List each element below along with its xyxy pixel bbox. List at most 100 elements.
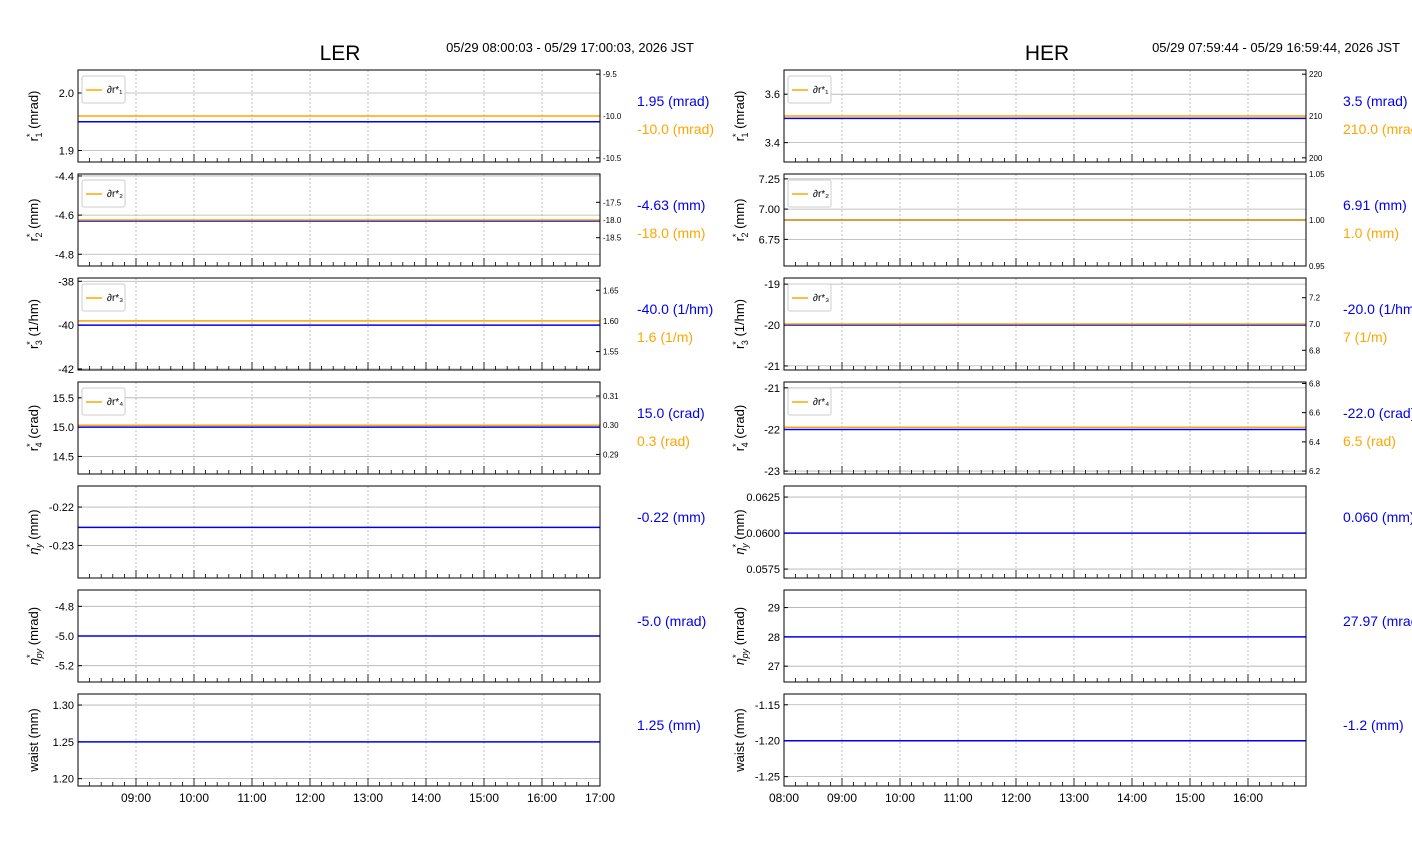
y-tick-label: -42 (58, 364, 74, 376)
value-readout: 1.95 (mrad) (637, 93, 709, 109)
y2-tick-label: 6.2 (1309, 467, 1321, 476)
y2-tick-label: 1.65 (603, 286, 619, 295)
ler-time-range: 05/29 08:00:03 - 05/29 17:00:03, 2026 JS… (446, 40, 694, 55)
y2-tick-label: -18.5 (603, 234, 622, 243)
y2-tick-label: 1.55 (603, 348, 619, 357)
y2-tick-label: 0.29 (603, 450, 619, 459)
x-tick-label: 17:00 (585, 791, 615, 805)
y-tick-label: 7.25 (759, 174, 780, 186)
y-tick-label: 1.9 (59, 146, 74, 158)
y-tick-label: -0.23 (49, 540, 74, 552)
y-tick-label: -38 (58, 276, 74, 288)
y-tick-label: 1.25 (53, 737, 74, 749)
y2-tick-label: 1.60 (603, 317, 619, 326)
y-tick-label: -22 (764, 424, 780, 436)
y-tick-label: 0.0600 (746, 528, 780, 540)
y-axis-label: η*py (mrad) (25, 607, 44, 665)
y-axis-label: r*2 (mm) (25, 199, 44, 242)
y-axis-label: r*1 (mrad) (731, 91, 750, 142)
y-tick-label: -40 (58, 320, 74, 332)
value-readout: -22.0 (crad) (1343, 405, 1412, 421)
y2-tick-label: 200 (1309, 154, 1323, 163)
her-panel-4: -21 -22 -23 6.8 6.6 6.4 6.2 ∂r*₄ r*4 (crad) -22.0… (731, 379, 1412, 478)
x-tick-label: 15:00 (1175, 791, 1205, 805)
x-tick-label: 09:00 (827, 791, 857, 805)
y-tick-label: -5.0 (55, 631, 74, 643)
y-tick-label: 28 (768, 632, 780, 644)
y-axis-label: r*2 (mm) (731, 199, 750, 242)
legend-label: ∂r*₃ (107, 293, 123, 304)
ler-panel-1: 2.0 1.9 -9.5 -10.0 -10.5 ∂r*₁ r*1 (mrad) 1.95 (… (25, 69, 714, 163)
y-tick-label: -5.2 (55, 661, 74, 673)
value-readout: -5.0 (mrad) (637, 613, 706, 629)
value-readout-secondary: 1.6 (1/m) (637, 329, 693, 345)
y-tick-label: -0.22 (49, 502, 74, 514)
ler-panel-5: -0.22 -0.23 η*y (mm) -0.22 (mm) (25, 485, 705, 579)
legend-label: ∂r*₂ (107, 189, 123, 200)
ler-panel-3: -38 -40 -42 1.65 1.60 1.55 ∂r*₃ r*3 (1/hm) -40.0… (25, 276, 713, 376)
value-readout: -40.0 (1/hm) (637, 301, 713, 317)
x-tick-label: 16:00 (527, 791, 557, 805)
y2-tick-label: 0.30 (603, 421, 619, 430)
panel-frame (77, 277, 601, 371)
her-panel-3: -19 -20 -21 7.2 7.0 6.8 ∂r*₃ r*3 (1/hm) -20.0 (1… (731, 277, 1412, 373)
x-tick-label: 15:00 (469, 791, 499, 805)
y-tick-label: 15.5 (53, 393, 74, 405)
panel-frame (77, 485, 601, 579)
y2-tick-label: 1.00 (1309, 216, 1325, 225)
figure: LER 05/29 08:00:03 - 05/29 17:00:03, 202… (25, 40, 1412, 805)
value-readout: 27.97 (mrad) (1343, 613, 1412, 629)
y-tick-label: 7.00 (759, 204, 780, 216)
her-panel-7: -1.15 -1.20 -1.25 waist (mm) -1.2 (mm) 08:00 0… (732, 693, 1404, 805)
legend-label: ∂r*₁ (813, 85, 829, 96)
x-tick-label: 12:00 (1001, 791, 1031, 805)
y2-tick-label: -10.0 (603, 112, 622, 121)
y-axis-label: r*3 (1/hm) (731, 299, 750, 349)
value-readout-secondary: 210.0 (mrad) (1343, 121, 1412, 137)
y-tick-label: -4.8 (55, 601, 74, 613)
y-tick-label: 14.5 (53, 451, 74, 463)
value-readout-secondary: -18.0 (mm) (637, 225, 705, 241)
y-tick-label: 2.0 (59, 88, 74, 100)
y-tick-label: -1.25 (755, 772, 780, 784)
y-tick-label: -19 (764, 279, 780, 291)
x-tick-label: 11:00 (237, 791, 266, 805)
y-tick-label: -1.20 (755, 736, 780, 748)
y-tick-label: -4.6 (55, 210, 74, 222)
y-tick-label: 3.6 (765, 89, 780, 101)
y-axis-label: waist (mm) (732, 708, 747, 773)
y-tick-label: 1.30 (53, 700, 74, 712)
y-axis-label: η*y (mm) (25, 509, 44, 554)
y-axis-label: r*4 (crad) (25, 405, 44, 451)
x-tick-label: 13:00 (353, 791, 383, 805)
y2-tick-label: 1.05 (1309, 170, 1325, 179)
value-readout: -0.22 (mm) (637, 509, 705, 525)
her-title: HER (1025, 42, 1069, 65)
y-axis-label: r*3 (1/hm) (25, 299, 44, 349)
y-axis-label: r*4 (crad) (731, 405, 750, 451)
her-panel-6: 29 28 27 η*py (mrad) 27.97 (mrad) (731, 589, 1412, 683)
value-readout-secondary: -10.0 (mrad) (637, 121, 714, 137)
legend-label: ∂r*₁ (107, 85, 123, 96)
value-readout: 3.5 (mrad) (1343, 93, 1408, 109)
ler-panel-2: -4.4 -4.6 -4.8 -17.5 -18.0 -18.5 ∂r*₂ r*2 (mm) -… (25, 171, 705, 267)
y2-tick-label: 7.0 (1309, 320, 1321, 329)
y-tick-label: 0.0625 (746, 492, 780, 504)
y2-tick-label: 6.8 (1309, 346, 1321, 355)
y2-tick-label: -18.0 (603, 216, 622, 225)
ler-panel-6: -4.8 -5.0 -5.2 η*py (mrad) -5.0 (mrad) (25, 589, 706, 683)
value-readout: -20.0 (1/hm) (1343, 301, 1412, 317)
y2-tick-label: 220 (1309, 70, 1323, 79)
x-tick-label: 09:00 (121, 791, 151, 805)
y-tick-label: 1.20 (53, 774, 74, 786)
y2-tick-label: 0.31 (603, 392, 619, 401)
x-tick-label: 14:00 (1117, 791, 1147, 805)
y-tick-label: 3.4 (765, 138, 780, 150)
value-readout-secondary: 6.5 (rad) (1343, 433, 1396, 449)
y2-tick-label: 7.2 (1309, 294, 1321, 303)
y-tick-label: -20 (764, 320, 780, 332)
value-readout: 6.91 (mm) (1343, 197, 1407, 213)
y-axis-label: r*1 (mrad) (25, 91, 44, 142)
y-tick-label: -21 (764, 361, 780, 373)
x-tick-label: 13:00 (1059, 791, 1089, 805)
